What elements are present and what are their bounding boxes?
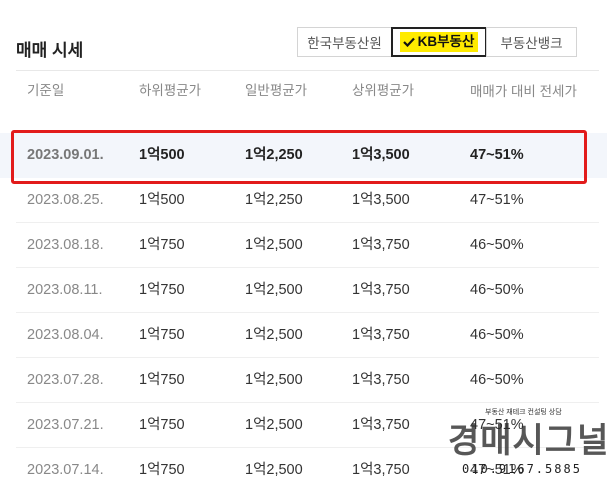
header-divider <box>16 70 599 71</box>
cell-jeonse-ratio: 47~51% <box>470 147 524 163</box>
tab-korea-real-estate-board[interactable]: 한국부동산원 <box>297 27 392 57</box>
column-header-mid-avg: 일반평균가 <box>245 83 308 98</box>
table-row: 2023.07.21. 1억750 1억2,500 1억3,750 47~51% <box>0 403 607 448</box>
cell-low-avg: 1억750 <box>139 462 185 478</box>
column-header-low-avg: 하위평균가 <box>139 83 202 98</box>
cell-mid-avg: 1억2,500 <box>245 462 303 478</box>
table-row: 2023.09.01. 1억500 1억2,250 1억3,500 47~51% <box>0 133 607 178</box>
column-header-high-avg: 상위평균가 <box>352 83 415 98</box>
tab-real-estate-bank[interactable]: 부동산뱅크 <box>486 27 577 57</box>
cell-mid-avg: 1억2,500 <box>245 417 303 433</box>
cell-jeonse-ratio: 47~51% <box>470 462 524 478</box>
source-tabs: 한국부동산원 KB부동산 부동산뱅크 <box>297 27 577 57</box>
column-header-jeonse-ratio: 매매가 대비 전세가 <box>470 84 577 99</box>
price-panel: 매매 시세 한국부동산원 KB부동산 부동산뱅크 기준일 하위평균가 일반평균가… <box>0 0 607 492</box>
cell-low-avg: 1억750 <box>139 282 185 298</box>
cell-jeonse-ratio: 46~50% <box>470 327 524 343</box>
cell-high-avg: 1억3,750 <box>352 237 410 253</box>
cell-low-avg: 1억750 <box>139 417 185 433</box>
cell-high-avg: 1억3,500 <box>352 147 410 163</box>
table-header: 기준일 하위평균가 일반평균가 상위평균가 매매가 대비 전세가 <box>0 82 607 124</box>
check-icon <box>402 37 415 47</box>
cell-high-avg: 1억3,750 <box>352 372 410 388</box>
cell-date: 2023.07.28. <box>27 372 104 388</box>
page-title: 매매 시세 <box>16 41 84 60</box>
cell-mid-avg: 1억2,500 <box>245 282 303 298</box>
cell-low-avg: 1억500 <box>139 147 185 163</box>
table-row: 2023.08.18. 1억750 1억2,500 1억3,750 46~50% <box>0 223 607 268</box>
cell-date: 2023.08.18. <box>27 237 104 253</box>
table-row: 2023.08.11. 1억750 1억2,500 1억3,750 46~50% <box>0 268 607 313</box>
cell-date: 2023.09.01. <box>27 147 104 163</box>
cell-date: 2023.07.21. <box>27 417 104 433</box>
cell-mid-avg: 1억2,250 <box>245 147 303 163</box>
column-header-date: 기준일 <box>27 83 65 98</box>
cell-low-avg: 1억750 <box>139 327 185 343</box>
cell-date: 2023.08.11. <box>27 282 103 298</box>
cell-date: 2023.08.04. <box>27 327 104 343</box>
table-row: 2023.08.04. 1억750 1억2,500 1억3,750 46~50% <box>0 313 607 358</box>
cell-low-avg: 1억500 <box>139 192 185 208</box>
cell-jeonse-ratio: 47~51% <box>470 417 524 433</box>
table-row: 2023.07.28. 1억750 1억2,500 1억3,750 46~50% <box>0 358 607 403</box>
cell-jeonse-ratio: 46~50% <box>470 237 524 253</box>
cell-date: 2023.07.14. <box>27 462 104 478</box>
cell-mid-avg: 1억2,500 <box>245 327 303 343</box>
cell-low-avg: 1억750 <box>139 237 185 253</box>
cell-jeonse-ratio: 46~50% <box>470 282 524 298</box>
cell-mid-avg: 1억2,500 <box>245 237 303 253</box>
tab-label: 한국부동산원 <box>307 36 382 51</box>
cell-jeonse-ratio: 47~51% <box>470 192 524 208</box>
cell-mid-avg: 1억2,500 <box>245 372 303 388</box>
cell-low-avg: 1억750 <box>139 372 185 388</box>
cell-high-avg: 1억3,750 <box>352 462 410 478</box>
cell-high-avg: 1억3,750 <box>352 282 410 298</box>
tab-label: 부동산뱅크 <box>500 36 563 51</box>
tab-label: KB부동산 <box>417 34 475 49</box>
cell-high-avg: 1억3,750 <box>352 417 410 433</box>
cell-high-avg: 1억3,500 <box>352 192 410 208</box>
cell-mid-avg: 1억2,250 <box>245 192 303 208</box>
tab-kb-real-estate[interactable]: KB부동산 <box>391 27 487 57</box>
cell-jeonse-ratio: 46~50% <box>470 372 524 388</box>
table-row: 2023.07.14. 1억750 1억2,500 1억3,750 47~51% <box>0 448 607 492</box>
kb-tab-mark: KB부동산 <box>399 32 479 52</box>
cell-date: 2023.08.25. <box>27 192 104 208</box>
cell-high-avg: 1억3,750 <box>352 327 410 343</box>
table-row: 2023.08.25. 1억500 1억2,250 1억3,500 47~51% <box>0 178 607 223</box>
